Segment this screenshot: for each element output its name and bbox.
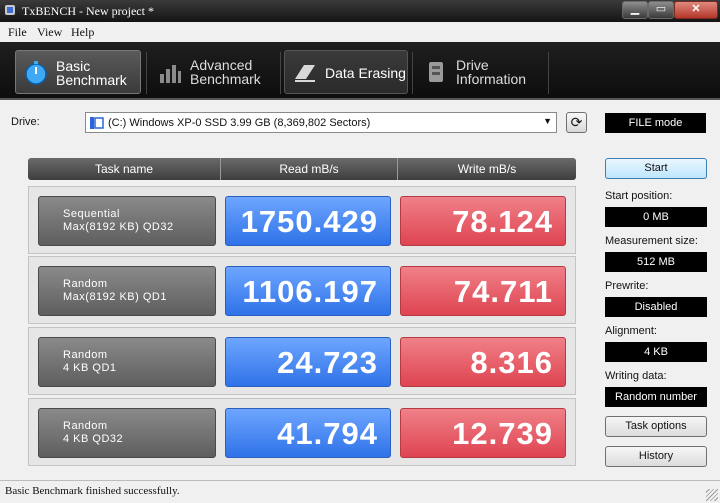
table-header: Task name Read mB/s Write mB/s xyxy=(28,158,576,180)
task-random-4kb-qd32-button[interactable]: Random 4 KB QD32 xyxy=(38,408,216,458)
refresh-drives-button[interactable]: ⟳ xyxy=(566,112,587,133)
mode-toolbar: Basic Benchmark Advanced Benchmark Data … xyxy=(0,42,720,100)
start-button[interactable]: Start xyxy=(605,158,707,179)
app-window: TxBENCH - New project * ▁ ▭ ✕ File View … xyxy=(0,0,720,503)
read-value: 41.794 xyxy=(225,408,391,458)
table-row: Sequential Max(8192 KB) QD32 1750.429 78… xyxy=(28,186,576,254)
read-value: 1106.197 xyxy=(225,266,391,316)
start-position-value: 0 MB xyxy=(605,207,707,227)
measurement-size-label: Measurement size: xyxy=(605,235,698,247)
tab-label: Data Erasing xyxy=(325,65,406,81)
task-options-button[interactable]: Task options xyxy=(605,416,707,437)
maximize-button[interactable]: ▭ xyxy=(648,1,674,19)
results-table: Task name Read mB/s Write mB/s Sequentia… xyxy=(28,158,576,468)
refresh-icon: ⟳ xyxy=(570,114,583,130)
tab-label: Basic Benchmark xyxy=(56,58,127,88)
prewrite-label: Prewrite: xyxy=(605,280,649,292)
table-row: Random 4 KB QD32 41.794 12.739 xyxy=(28,398,576,466)
task-sequential-qd32-button[interactable]: Sequential Max(8192 KB) QD32 xyxy=(38,196,216,246)
table-row: Random 4 KB QD1 24.723 8.316 xyxy=(28,327,576,395)
file-mode-indicator: FILE mode xyxy=(605,113,706,133)
task-random-max-qd1-button[interactable]: Random Max(8192 KB) QD1 xyxy=(38,266,216,316)
chevron-down-icon[interactable]: ▼ xyxy=(543,116,552,126)
tab-divider xyxy=(548,52,549,94)
read-value: 1750.429 xyxy=(225,196,391,246)
write-value: 74.711 xyxy=(400,266,566,316)
write-value: 12.739 xyxy=(400,408,566,458)
write-value: 78.124 xyxy=(400,196,566,246)
drive-select-value: (C:) Windows XP-0 SSD 3.99 GB (8,369,802… xyxy=(108,117,371,129)
tab-label: Drive Information xyxy=(456,57,527,87)
close-button[interactable]: ✕ xyxy=(674,1,718,19)
alignment-label: Alignment: xyxy=(605,325,657,337)
writing-data-label: Writing data: xyxy=(605,370,667,382)
drive-label: Drive: xyxy=(11,116,40,128)
title-bar: TxBENCH - New project * ▁ ▭ ✕ xyxy=(0,0,720,22)
tab-label: Advanced Benchmark xyxy=(190,57,261,87)
history-button[interactable]: History xyxy=(605,446,707,467)
menu-bar: File View Help xyxy=(0,22,720,42)
tab-basic-benchmark[interactable]: Basic Benchmark xyxy=(15,50,141,94)
drive-icon xyxy=(90,117,104,129)
read-value: 24.723 xyxy=(225,337,391,387)
tab-divider xyxy=(146,52,147,94)
status-text: Basic Benchmark finished successfully. xyxy=(5,485,180,497)
tab-advanced-benchmark[interactable]: Advanced Benchmark xyxy=(150,50,276,94)
eraser-icon xyxy=(295,65,315,82)
drive-info-icon xyxy=(429,62,443,82)
writing-data-value: Random number xyxy=(605,387,707,407)
menu-view[interactable]: View xyxy=(37,25,62,40)
prewrite-value: Disabled xyxy=(605,297,707,317)
tab-drive-information[interactable]: Drive Information xyxy=(416,50,544,94)
header-read: Read mB/s xyxy=(279,162,339,176)
resize-grip-icon[interactable] xyxy=(706,489,718,501)
task-random-4kb-qd1-button[interactable]: Random 4 KB QD1 xyxy=(38,337,216,387)
table-row: Random Max(8192 KB) QD1 1106.197 74.711 xyxy=(28,256,576,324)
menu-file[interactable]: File xyxy=(8,25,27,40)
alignment-value: 4 KB xyxy=(605,342,707,362)
tab-divider xyxy=(280,52,281,94)
app-icon xyxy=(5,5,15,15)
stopwatch-icon xyxy=(25,61,47,85)
header-write: Write mB/s xyxy=(457,162,517,176)
write-value: 8.316 xyxy=(400,337,566,387)
menu-help[interactable]: Help xyxy=(71,25,94,40)
header-task-name: Task name xyxy=(94,162,154,176)
drive-select[interactable]: (C:) Windows XP-0 SSD 3.99 GB (8,369,802… xyxy=(85,112,557,133)
bar-chart-icon xyxy=(160,65,181,83)
status-bar: Basic Benchmark finished successfully. xyxy=(0,480,720,503)
tab-divider xyxy=(412,52,413,94)
tab-data-erasing[interactable]: Data Erasing xyxy=(284,50,408,94)
start-position-label: Start position: xyxy=(605,190,673,202)
window-title: TxBENCH - New project * xyxy=(22,4,154,18)
measurement-size-value: 512 MB xyxy=(605,252,707,272)
minimize-button[interactable]: ▁ xyxy=(622,1,648,19)
